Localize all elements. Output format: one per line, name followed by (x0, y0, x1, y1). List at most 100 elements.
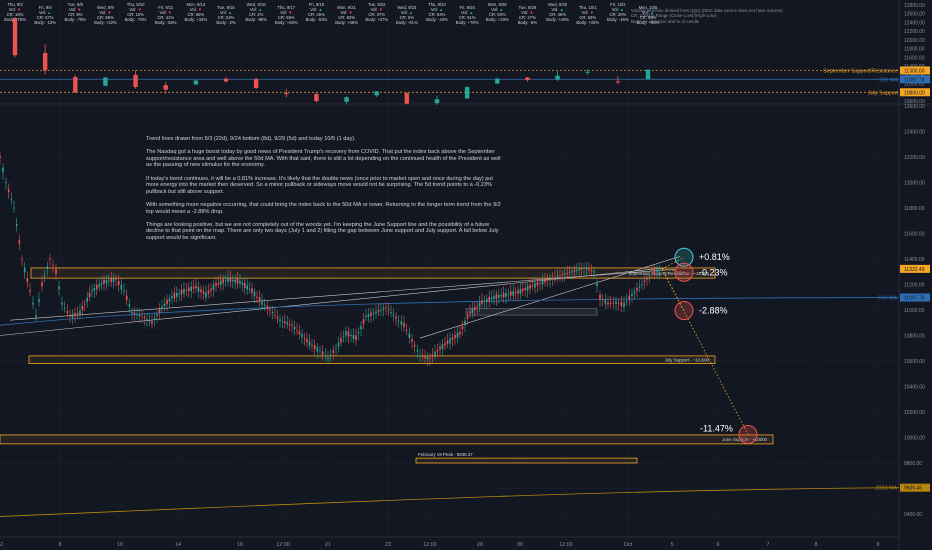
intraday-candle-body (636, 288, 638, 291)
intraday-candle-body (490, 297, 493, 300)
note-body: Body: +/- direction and % of candle (631, 18, 700, 24)
intraday-candle-body (269, 309, 271, 311)
intraday-candle-body (197, 286, 200, 292)
intraday-candle-body (279, 319, 281, 322)
intraday-candle-body (342, 336, 345, 338)
intraday-candle-body (244, 282, 246, 288)
candle-annotation: Mon, 9/21Vol: ▼CR: 83%Body: +48% (335, 5, 358, 25)
intraday-candle-body (566, 272, 568, 274)
candle-annotation: Tue, 9/22Vol: ▼CR: 97%Body: +37% (365, 2, 388, 22)
intraday-candle-body (110, 278, 112, 282)
annotation-body: Body: -6% (518, 20, 538, 25)
annotation-body: Body: -53% (306, 17, 328, 22)
intraday-candle-body (573, 270, 576, 272)
projection-label: +0.81% (699, 252, 730, 262)
price-tick-label: 11600.00 (904, 55, 925, 61)
intraday-candle-body (63, 307, 66, 309)
price-tick-label: 10800.00 (904, 334, 925, 340)
time-tick-label: 23 (385, 542, 391, 548)
intraday-candle-body (205, 292, 207, 298)
intraday-candle-body (266, 306, 269, 309)
price-tick-label: 12600.00 (904, 12, 925, 18)
intraday-candle-body (81, 306, 84, 310)
annotation-body: Body: +60% (275, 20, 298, 25)
intraday-candle-body (658, 269, 661, 271)
candle-body (344, 97, 349, 102)
intraday-candle-body (227, 277, 229, 282)
commentary-paragraph: The Nasdaq got a huge boost today by goo… (146, 149, 501, 169)
projection-target (738, 424, 758, 444)
intraday-candle-body (392, 314, 395, 316)
candle-body (374, 91, 379, 96)
time-tick-label: 12:00 (276, 542, 290, 548)
candle-body (103, 77, 108, 86)
intraday-candle-body (2, 167, 4, 173)
intraday-candle-body (360, 325, 362, 330)
intraday-candle-body (222, 279, 224, 284)
price-tick-label: 9400.00 (904, 512, 922, 518)
time-tick-label: 21 (325, 542, 331, 548)
price-tick-label: 12200.00 (904, 29, 925, 35)
intraday-candle-body (357, 332, 360, 334)
time-tick-label: 7 (767, 542, 770, 548)
intraday-candle-body (55, 269, 57, 274)
intraday-candle-body (43, 275, 46, 277)
intraday-candle-body (436, 350, 439, 352)
time-tick-label: Oct (624, 542, 633, 548)
intraday-candle-body (382, 308, 385, 310)
intraday-candle-body (564, 273, 566, 275)
chart-canvas[interactable]: Thu, 9/3Vol: ▼CR: 18%Body: -76%Fri, 9/4V… (0, 0, 932, 550)
annotation-body: Body: -13% (34, 20, 56, 25)
intraday-candle-body (35, 315, 37, 318)
candle-annotation: Thu, 9/24Vol: ▲CR: 54%Body: -43% (426, 2, 448, 22)
intraday-candle-body (190, 286, 192, 292)
intraday-candle-body (120, 285, 123, 290)
candle-body (133, 74, 138, 88)
intraday-candle-body (84, 303, 86, 305)
time-tick-label: 16 (237, 542, 243, 548)
intraday-candle-body (217, 282, 220, 285)
intraday-candle-body (115, 279, 117, 280)
intraday-candle-body (617, 302, 620, 304)
intraday-candle-body (291, 324, 293, 326)
annotation-body: Body: -45% (607, 17, 629, 22)
intraday-candle-body (71, 313, 74, 318)
intraday-candle-body (615, 301, 617, 304)
intraday-candle-body (332, 350, 335, 353)
price-tick-label: 11600.00 (904, 232, 925, 238)
annotation-body: Body: -55% (155, 20, 177, 25)
intraday-candle-body (387, 309, 390, 311)
intraday-candle-body (478, 302, 481, 307)
intraday-candle-body (367, 314, 370, 317)
intraday-candle-body (76, 312, 79, 314)
price-tick-label: 12800.00 (904, 3, 925, 9)
intraday-candle-body (141, 316, 143, 317)
intraday-candle-body (88, 292, 91, 298)
intraday-candle-body (15, 224, 18, 226)
intraday-candle-body (588, 269, 590, 271)
price-level-tag-text: 11300.00 (904, 68, 925, 74)
intraday-candle-body (426, 356, 429, 360)
intraday-candle-body (335, 348, 337, 349)
intraday-candle-body (112, 278, 115, 282)
intraday-candle-body (258, 297, 261, 302)
time-tick-label: 14 (175, 542, 181, 548)
price-tick-label: 10000.00 (904, 436, 925, 442)
intraday-candle-body (601, 299, 604, 301)
price-tick-label: 10600.00 (904, 359, 925, 365)
intraday-candle-body (224, 280, 227, 282)
annotation-body: Body: +22% (94, 20, 117, 25)
intraday-candle-body (596, 283, 598, 286)
intraday-candle-body (131, 311, 133, 314)
time-tick-label: 8 (59, 542, 62, 548)
projection-label: -2.88% (699, 306, 728, 316)
intraday-candle-body (173, 293, 176, 299)
ma-label: 200d MA (875, 486, 897, 492)
intraday-candle-body (612, 302, 615, 304)
intraday-candle-body (456, 332, 459, 338)
intraday-candle-body (58, 286, 60, 290)
candle-body (223, 78, 229, 82)
intraday-candle-body (370, 312, 372, 317)
price-tick-label: 12600.00 (904, 104, 925, 110)
annotation-body: Body: -76% (125, 17, 147, 22)
